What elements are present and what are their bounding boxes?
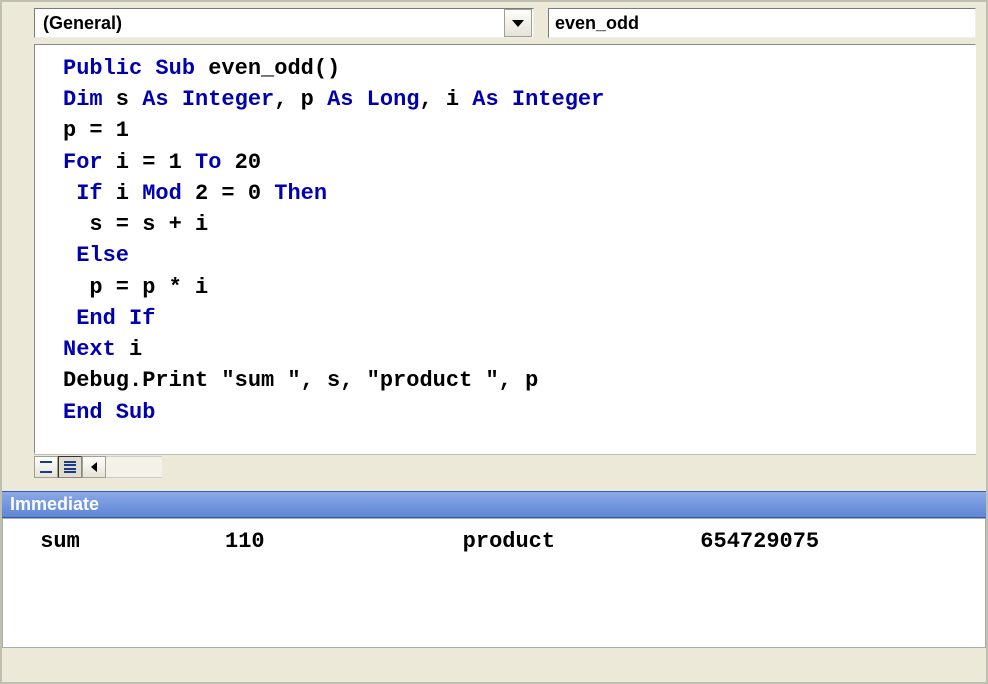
object-dropdown[interactable]: (General) bbox=[34, 8, 534, 38]
code-text[interactable]: Public Sub even_odd()Dim s As Integer, p… bbox=[35, 45, 975, 436]
object-dropdown-arrow[interactable] bbox=[504, 9, 532, 37]
dropdown-row: (General) even_odd bbox=[2, 2, 986, 40]
hscroll-left-button[interactable] bbox=[82, 456, 106, 478]
immediate-output-line: sum 110 product 654729075 bbox=[3, 519, 985, 554]
vb-editor-window: (General) even_odd Public Sub even_odd()… bbox=[0, 0, 988, 684]
object-dropdown-label: (General) bbox=[35, 13, 503, 34]
procedure-box[interactable]: even_odd bbox=[548, 8, 976, 38]
full-module-view-icon bbox=[64, 461, 76, 473]
hscroll-track[interactable] bbox=[106, 456, 162, 478]
view-strip bbox=[34, 454, 976, 479]
chevron-left-icon bbox=[91, 462, 97, 472]
code-pane[interactable]: Public Sub even_odd()Dim s As Integer, p… bbox=[34, 44, 976, 454]
procedure-view-button[interactable] bbox=[34, 456, 58, 478]
immediate-window-title: Immediate bbox=[2, 491, 986, 518]
immediate-window[interactable]: sum 110 product 654729075 bbox=[2, 518, 986, 648]
procedure-view-icon bbox=[40, 461, 52, 473]
full-module-view-button[interactable] bbox=[58, 456, 82, 478]
chevron-down-icon bbox=[512, 20, 524, 27]
procedure-box-label: even_odd bbox=[549, 13, 639, 34]
